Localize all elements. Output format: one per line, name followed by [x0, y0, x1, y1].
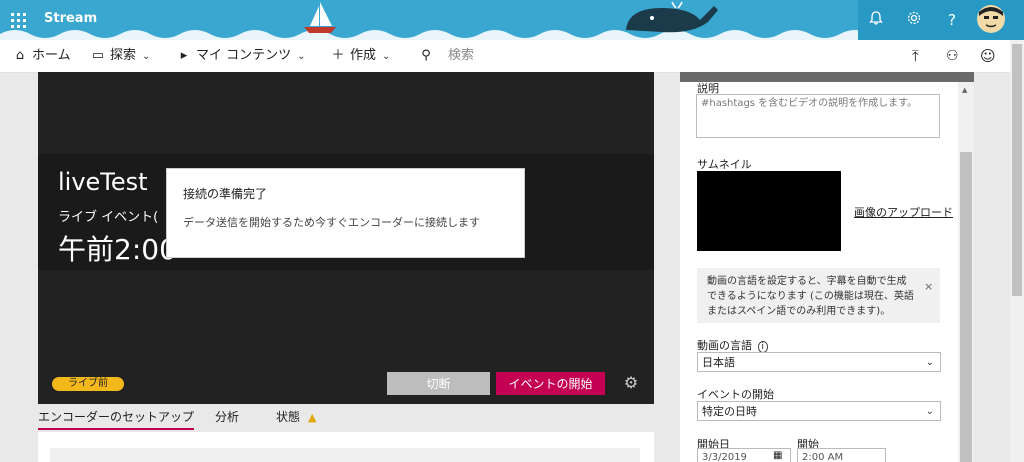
- disconnect-button[interactable]: 切断: [387, 372, 490, 395]
- tab-status-label: 状態: [276, 410, 301, 424]
- app-header: Stream ?: [0, 0, 1024, 40]
- help-icon[interactable]: ?: [942, 10, 962, 30]
- language-label-text: 動画の言語: [697, 339, 752, 352]
- app-title[interactable]: Stream: [44, 11, 97, 26]
- nav-explore-label: 探索: [110, 48, 137, 63]
- close-icon[interactable]: ×: [924, 280, 933, 293]
- home-icon: ⌂: [15, 48, 25, 63]
- event-start-select[interactable]: 特定の日時 ⌄: [697, 401, 941, 421]
- event-start-label: イベントの開始: [697, 388, 774, 401]
- encoder-setup-content: [50, 448, 640, 462]
- encoder-setup-panel: [38, 432, 654, 462]
- event-start-select-value: 特定の日時: [702, 405, 757, 418]
- details-scrollbar-thumb[interactable]: [960, 152, 972, 462]
- video-preview: liveTest ライブ イベント( 午前2:00 接続の準備完了 データ送信を…: [38, 72, 654, 404]
- language-label: 動画の言語 i: [697, 337, 769, 353]
- nav-my-content[interactable]: ▸ マイ コンテンツ ⌄: [176, 40, 306, 72]
- bell-icon[interactable]: [866, 10, 886, 30]
- tab-analytics[interactable]: 分析: [215, 408, 239, 428]
- dialog-title: 接続の準備完了: [183, 187, 268, 201]
- language-info-box: 動画の言語を設定すると、字幕を自動で生成できるようになります (この機能は現在、…: [697, 268, 940, 323]
- nav-explore[interactable]: ▭ 探索 ⌄: [90, 40, 151, 72]
- sailboat-illustration: [304, 2, 336, 33]
- gear-icon[interactable]: [904, 10, 924, 30]
- start-time-value: 2:00 AM: [802, 452, 844, 462]
- start-event-button[interactable]: イベントの開始: [496, 372, 605, 395]
- nav-home[interactable]: ⌂ ホーム: [12, 40, 71, 72]
- upload-image-link[interactable]: 画像のアップロード: [854, 204, 953, 220]
- window-scrollbar-thumb[interactable]: [1012, 44, 1022, 296]
- tab-encoder-setup[interactable]: エンコーダーのセットアップ: [38, 408, 195, 430]
- thumbnail-label: サムネイル: [697, 158, 752, 171]
- event-time: 午前2:00: [58, 233, 177, 266]
- event-title: liveTest: [58, 168, 148, 196]
- chevron-down-icon: ⌄: [142, 51, 151, 62]
- warning-icon: ▲: [308, 411, 317, 424]
- add-person-icon[interactable]: ⚇: [946, 40, 959, 72]
- plus-icon: ＋: [331, 48, 345, 63]
- chevron-down-icon: ⌄: [382, 51, 391, 62]
- nav-home-label: ホーム: [32, 48, 71, 63]
- language-select-value: 日本語: [702, 356, 735, 369]
- calendar-icon[interactable]: ▦: [773, 450, 782, 461]
- search-box[interactable]: ⚲ 検索: [418, 40, 474, 72]
- language-select[interactable]: 日本語 ⌄: [697, 352, 941, 372]
- nav-create[interactable]: ＋ 作成 ⌄: [330, 40, 390, 72]
- chevron-down-icon: ⌄: [297, 51, 306, 62]
- tab-status[interactable]: 状態 ▲: [276, 408, 316, 428]
- explore-icon: ▭: [91, 48, 105, 63]
- waffle-icon[interactable]: [8, 10, 28, 30]
- event-subtitle: ライブ イベント(: [58, 210, 159, 225]
- dialog-message: データ送信を開始するため今すぐエンコーダーに接続します: [183, 216, 480, 229]
- nav-create-label: 作成: [350, 48, 377, 63]
- ready-dialog: 接続の準備完了 データ送信を開始するため今すぐエンコーダーに接続します: [166, 168, 525, 258]
- thumbnail-image: [697, 171, 841, 251]
- upload-icon[interactable]: ⤒: [912, 40, 919, 72]
- start-time-input[interactable]: 2:00 AM: [797, 448, 886, 462]
- play-box-icon: ▸: [180, 48, 188, 63]
- chevron-down-icon: ⌄: [925, 406, 934, 417]
- status-badge: ライブ前: [52, 377, 124, 391]
- smiley-icon[interactable]: ☺: [980, 40, 996, 72]
- top-navigation: ⌂ ホーム ▭ 探索 ⌄ ▸ マイ コンテンツ ⌄ ＋ 作成 ⌄ ⚲ 検索 ⤒ ⚇ ☺: [0, 40, 1010, 73]
- wave-decoration: [0, 30, 858, 40]
- description-input[interactable]: #hashtags を含むビデオの説明を作成します。: [696, 94, 940, 138]
- scroll-up-arrow[interactable]: ▲: [962, 86, 967, 94]
- chevron-down-icon: ⌄: [925, 357, 934, 368]
- search-input[interactable]: 検索: [448, 48, 474, 63]
- nav-my-content-label: マイ コンテンツ: [196, 48, 292, 63]
- search-icon: ⚲: [421, 48, 431, 63]
- settings-gear-icon[interactable]: ⚙: [622, 374, 640, 392]
- details-section-header: [680, 72, 974, 82]
- whale-illustration: [626, 1, 718, 33]
- avatar[interactable]: [976, 4, 1006, 34]
- start-date-value: 3/3/2019: [702, 452, 747, 462]
